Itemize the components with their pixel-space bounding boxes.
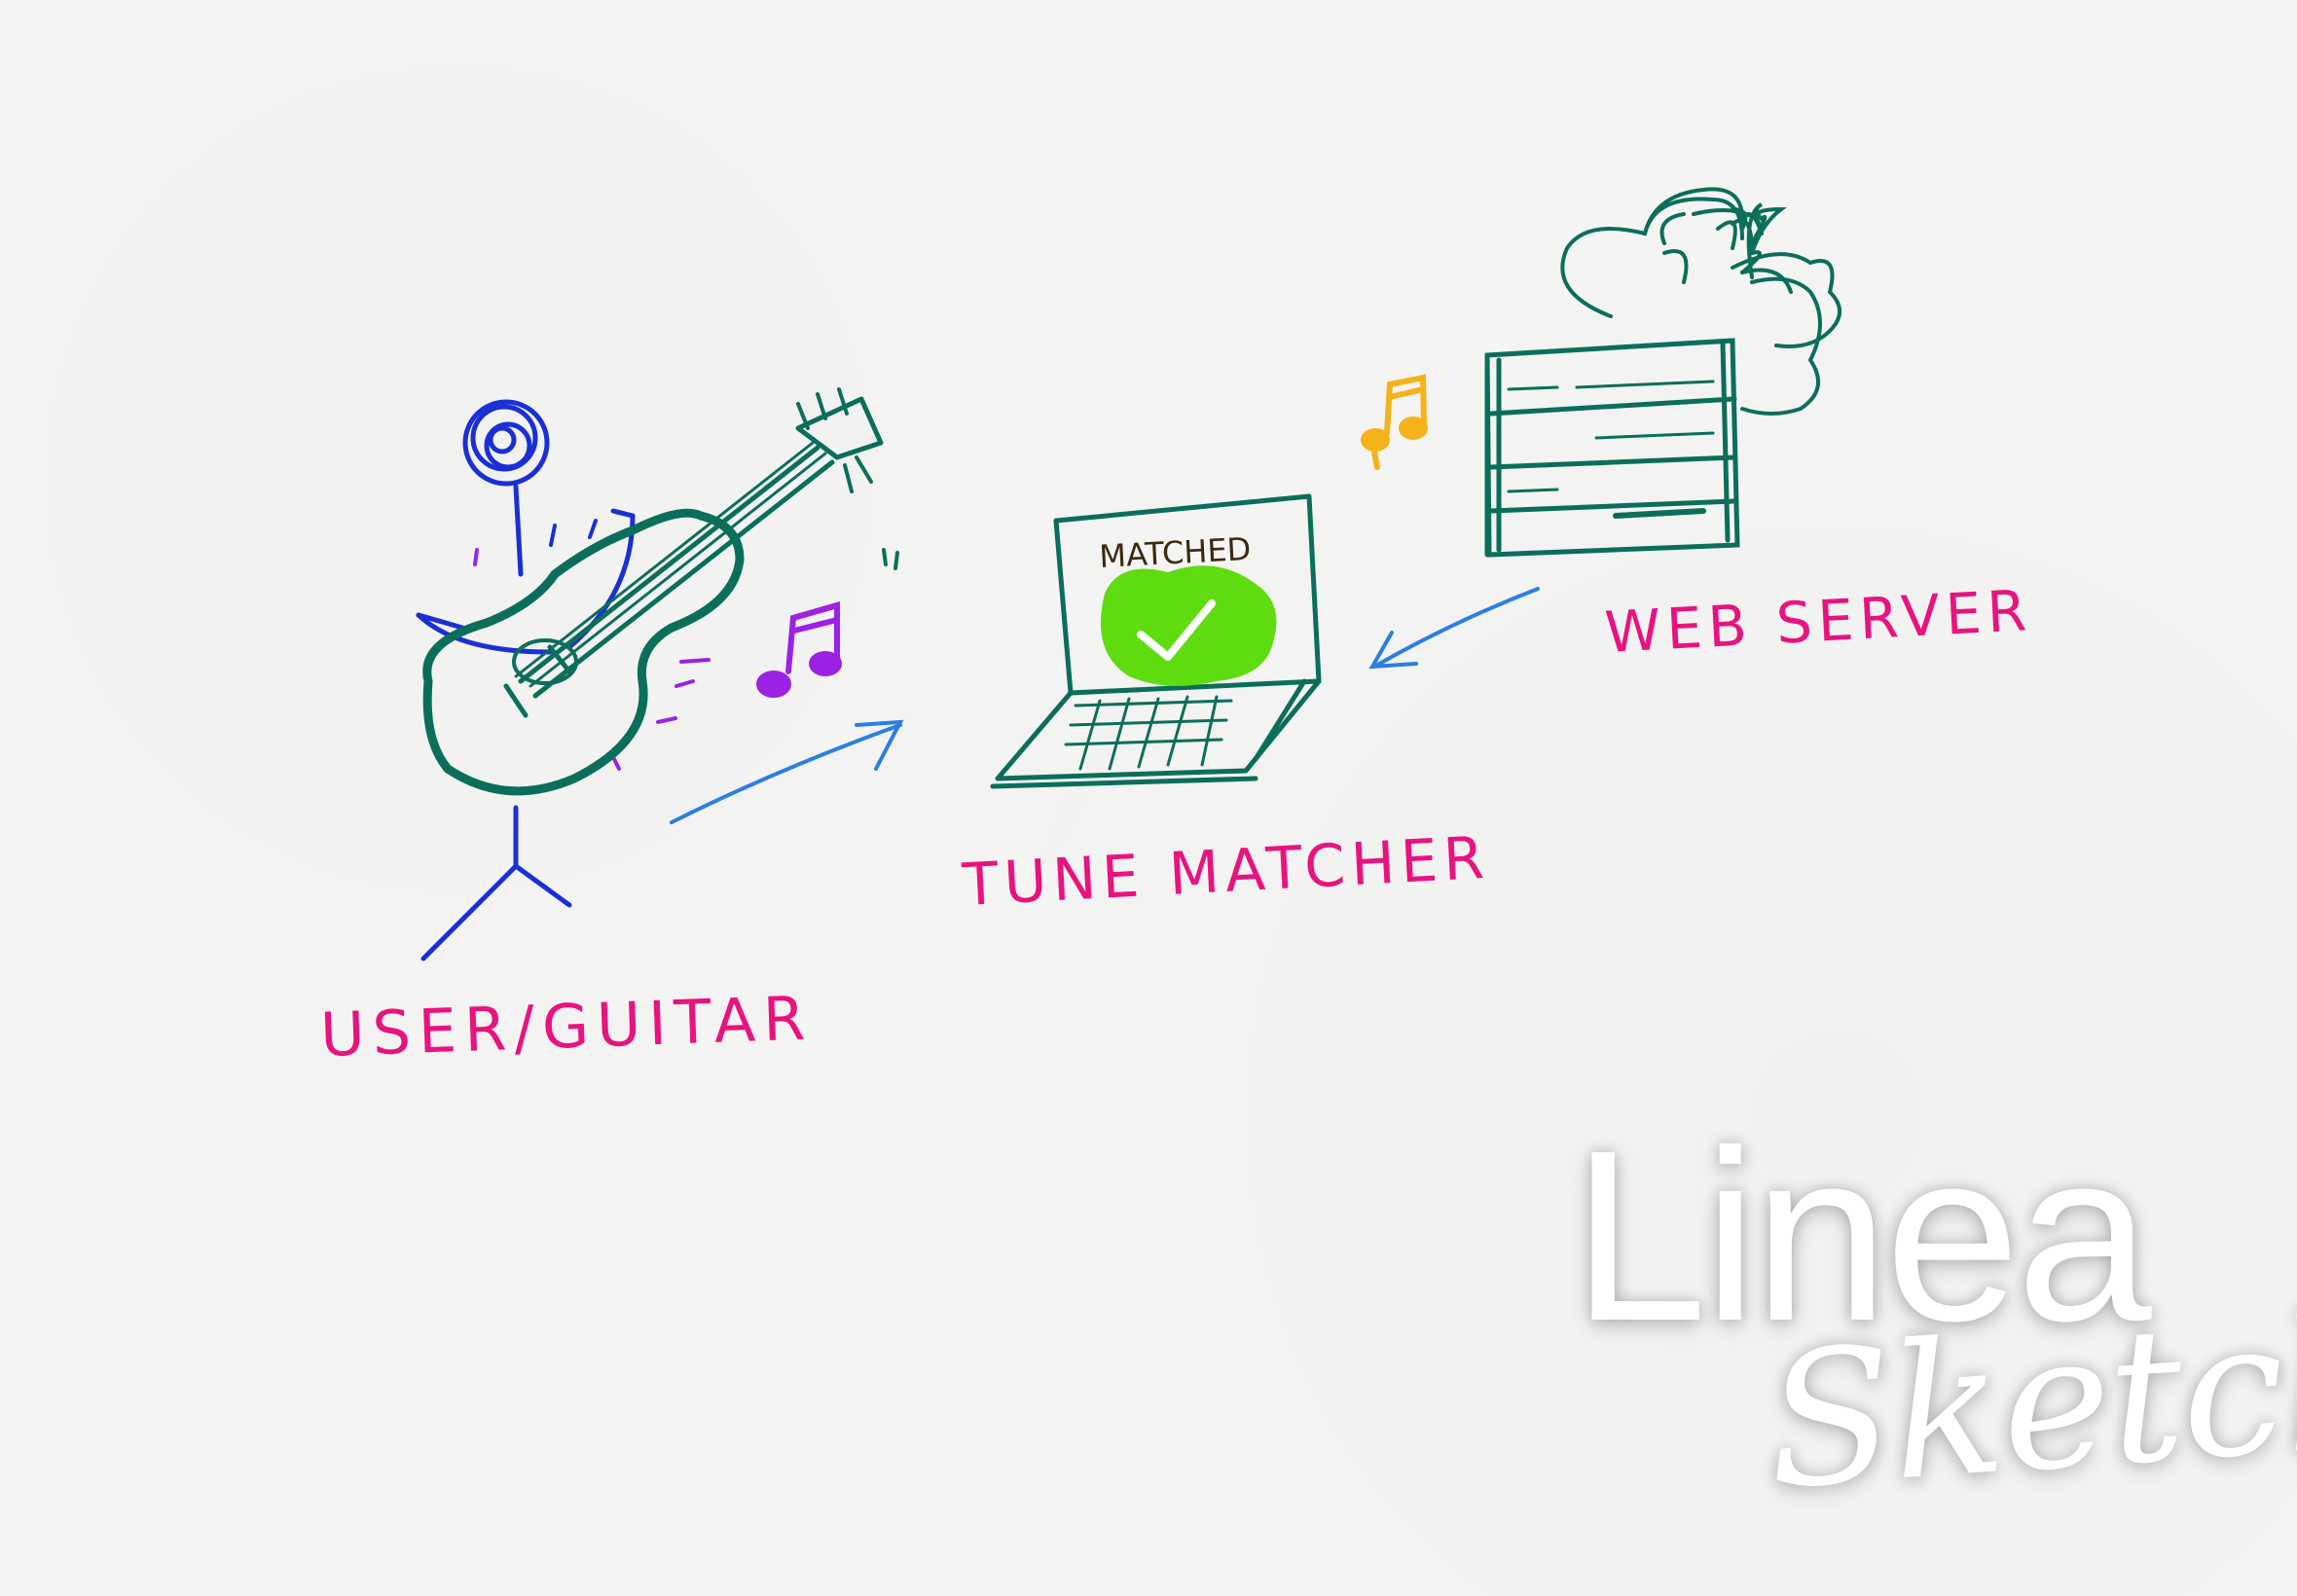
web-server-label: WEB SERVER [1603,577,2033,666]
tick-marks-icon [882,548,899,570]
music-note-icon [756,601,842,698]
sound-dashes-icon [473,548,711,771]
arrow-icon [1368,587,1540,670]
arrow-icon [670,719,904,824]
server-icon [1484,338,1740,558]
sketch-canvas: MATCHED USER/GUITAR TUNE MATCHER WEB SER… [0,0,2297,1596]
cloud-icon [1560,187,1841,416]
screen-label: MATCHED [1098,530,1252,575]
strum-lines-icon [549,519,598,547]
user-guitar-label: USER/GUITAR [319,982,814,1070]
tune-matcher-label: TUNE MATCHER [960,824,1491,920]
music-note-icon [1361,374,1428,470]
logo-sketch-text: Sketch [1760,1271,2297,1531]
